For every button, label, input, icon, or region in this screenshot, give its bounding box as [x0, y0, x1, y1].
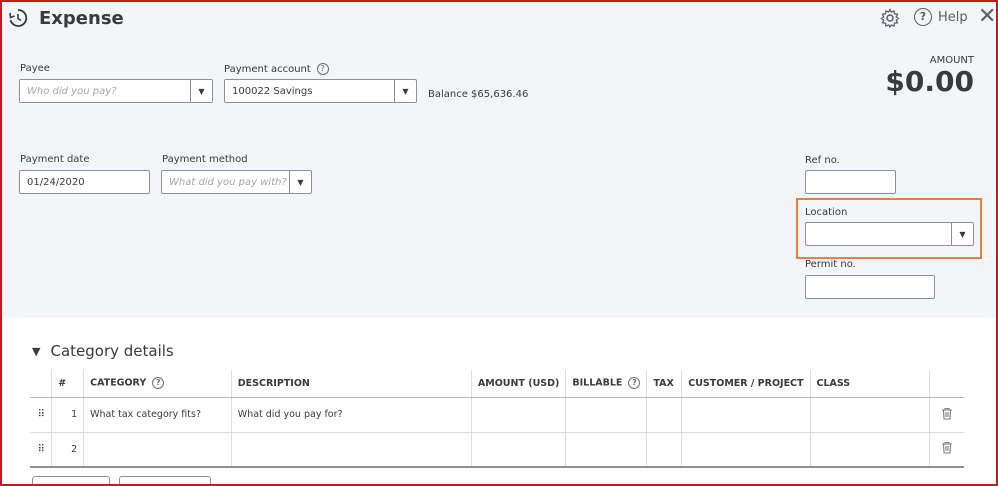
- trash-icon-glyph: [942, 407, 953, 420]
- payment-method-label: Payment method: [162, 154, 248, 165]
- payee-field[interactable]: Who did you pay? ▼: [19, 79, 213, 103]
- class-cell[interactable]: [809, 432, 930, 468]
- collapse-triangle-icon: ▼: [32, 344, 41, 358]
- trash-icon[interactable]: [929, 432, 964, 468]
- row-number: 2: [51, 432, 84, 468]
- page-title: Expense: [39, 8, 124, 29]
- amount-value: $0.00: [885, 65, 974, 98]
- category-cell[interactable]: What tax category fits?: [83, 397, 232, 433]
- payment-method-field[interactable]: What did you pay with? ▼: [161, 170, 312, 194]
- customer-project-cell[interactable]: [681, 397, 811, 433]
- payment-account-label: Payment account?: [224, 63, 329, 75]
- help-icon: ?: [914, 8, 932, 26]
- column-header-amount: AMOUNT (USD): [470, 370, 566, 398]
- expense-form-header-area: [2, 2, 996, 318]
- ref-no-input[interactable]: [805, 170, 896, 194]
- close-icon[interactable]: ✕: [978, 6, 996, 28]
- category-details-toggle[interactable]: ▼ Category details: [32, 342, 174, 360]
- category-help-icon[interactable]: ?: [152, 377, 165, 390]
- customer-project-cell[interactable]: [681, 432, 811, 468]
- permit-no-input[interactable]: [805, 275, 935, 299]
- drag-column-header: [30, 370, 52, 398]
- drag-handle-icon[interactable]: ⠿: [30, 397, 52, 433]
- column-header-class: CLASS: [809, 370, 930, 398]
- payment-account-dropdown-icon[interactable]: ▼: [394, 80, 416, 102]
- table-row[interactable]: ⠿ 2: [30, 432, 964, 468]
- payment-account-label-text: Payment account: [224, 64, 311, 75]
- tax-cell[interactable]: [646, 432, 682, 468]
- payment-date-label: Payment date: [20, 154, 90, 165]
- column-header-tax: TAX: [646, 370, 682, 398]
- location-dropdown-icon[interactable]: ▼: [951, 223, 973, 245]
- payment-method-dropdown-icon[interactable]: ▼: [289, 171, 311, 193]
- tax-cell[interactable]: [646, 397, 682, 433]
- payment-account-field[interactable]: 100022 Savings ▼: [224, 79, 417, 103]
- column-header-customer-project: CUSTOMER / PROJECT: [681, 370, 811, 398]
- payment-account-value: 100022 Savings: [232, 85, 313, 97]
- payment-account-help-icon[interactable]: ?: [316, 63, 329, 75]
- column-header-category: CATEGORY?: [83, 370, 232, 398]
- amount-cell[interactable]: [470, 397, 566, 433]
- delete-column-header: [929, 370, 964, 398]
- help-button[interactable]: ? Help: [914, 8, 968, 26]
- recent-transactions-icon[interactable]: [8, 8, 28, 28]
- payment-method-placeholder: What did you pay with?: [169, 176, 287, 188]
- ref-no-label: Ref no.: [805, 155, 840, 166]
- payee-dropdown-icon[interactable]: ▼: [190, 80, 212, 102]
- gear-icon[interactable]: [880, 8, 900, 28]
- category-details-title: Category details: [50, 342, 174, 360]
- description-cell[interactable]: What did you pay for?: [230, 397, 472, 433]
- column-header-description: DESCRIPTION: [230, 370, 472, 398]
- class-cell[interactable]: [809, 397, 930, 433]
- category-cell[interactable]: [83, 432, 232, 468]
- column-header-number: #: [51, 370, 84, 398]
- billable-cell[interactable]: [565, 432, 647, 468]
- description-cell[interactable]: [230, 432, 472, 468]
- trash-icon[interactable]: [929, 397, 964, 433]
- permit-no-label: Permit no.: [805, 259, 856, 270]
- row-number: 1: [51, 397, 84, 433]
- drag-handle-icon[interactable]: ⠿: [30, 432, 52, 468]
- account-balance: Balance $65,636.46: [428, 89, 529, 100]
- column-header-billable: BILLABLE?: [565, 370, 647, 398]
- payee-label: Payee: [20, 63, 50, 74]
- location-label: Location: [805, 207, 848, 218]
- amount-cell[interactable]: [470, 432, 566, 468]
- clear-all-lines-button[interactable]: [119, 476, 211, 486]
- payment-date-value: 01/24/2020: [27, 176, 85, 188]
- help-label: Help: [938, 9, 968, 25]
- table-header-row: # CATEGORY? DESCRIPTION AMOUNT (USD) BIL…: [30, 370, 964, 398]
- location-field[interactable]: ▼: [805, 222, 974, 246]
- category-details-table: # CATEGORY? DESCRIPTION AMOUNT (USD) BIL…: [30, 370, 964, 468]
- payment-date-field[interactable]: 01/24/2020: [19, 170, 150, 194]
- table-row[interactable]: ⠿ 1 What tax category fits? What did you…: [30, 397, 964, 433]
- column-header-category-label: CATEGORY: [90, 377, 147, 389]
- payee-placeholder: Who did you pay?: [27, 85, 117, 97]
- billable-help-icon[interactable]: ?: [628, 377, 641, 390]
- column-header-billable-label: BILLABLE: [572, 377, 623, 389]
- add-lines-button[interactable]: [32, 476, 110, 486]
- billable-cell[interactable]: [565, 397, 647, 433]
- trash-icon-glyph: [942, 442, 953, 454]
